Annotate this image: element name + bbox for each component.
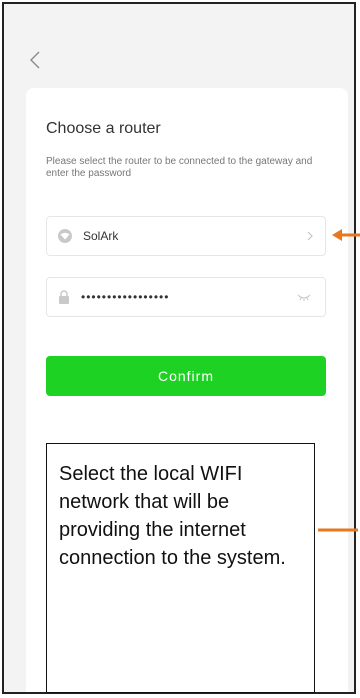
router-name: SolArk: [83, 229, 119, 243]
instruction-callout: Select the local WIFI network that will …: [46, 443, 315, 693]
wifi-icon: [58, 229, 72, 243]
page-description: Please select the router to be connected…: [46, 156, 313, 179]
eye-closed-icon[interactable]: [297, 293, 311, 301]
password-input[interactable]: [81, 288, 281, 306]
lock-icon: [59, 290, 69, 304]
back-button[interactable]: [28, 48, 42, 72]
confirm-button[interactable]: Confirm: [46, 356, 326, 396]
annotation-arrow-icon: [332, 229, 360, 241]
password-field[interactable]: [46, 277, 326, 317]
chevron-left-icon: [30, 51, 40, 69]
router-select[interactable]: SolArk: [46, 216, 326, 256]
page-title: Choose a router: [46, 120, 161, 137]
annotation-connector: [318, 528, 358, 532]
chevron-right-icon: [307, 231, 313, 241]
